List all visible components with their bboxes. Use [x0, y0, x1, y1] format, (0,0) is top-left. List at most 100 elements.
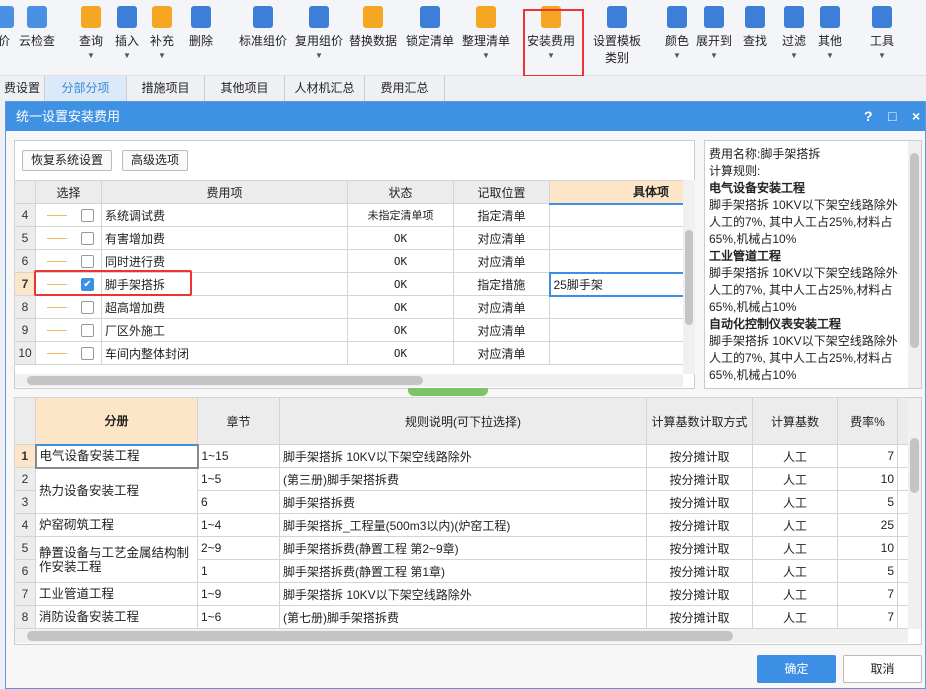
method[interactable]: 按分摊计取: [646, 536, 753, 560]
chapter[interactable]: 6: [197, 490, 280, 514]
close-icon[interactable]: ×: [912, 102, 920, 131]
method[interactable]: 按分摊计取: [646, 444, 753, 468]
tab-1[interactable]: 分部分项: [45, 76, 127, 101]
checkbox[interactable]: [81, 301, 94, 315]
chapter[interactable]: 1~9: [197, 582, 280, 606]
toolbar-button-color[interactable]: 颜色 ▼: [665, 6, 689, 60]
tab-0[interactable]: 费设置: [0, 76, 45, 101]
chapter[interactable]: 2~9: [197, 536, 280, 560]
method[interactable]: 按分摊计取: [646, 605, 753, 629]
position[interactable]: 对应清单: [453, 341, 550, 365]
rate[interactable]: 10: [837, 467, 898, 491]
rate[interactable]: 5: [837, 559, 898, 583]
ok-button[interactable]: 确定: [757, 655, 836, 683]
base[interactable]: 人工: [752, 444, 838, 468]
base[interactable]: 人工: [752, 559, 838, 583]
toolbar-button-template[interactable]: 设置模板 类别: [593, 6, 641, 66]
splitter-handle[interactable]: [408, 388, 488, 396]
base[interactable]: 人工: [752, 490, 838, 514]
table-row[interactable]: 4 炉窑砌筑工程 1~4 脚手架搭拆_工程量(500m3以内)(炉窑工程) 按分摊计取人…: [14, 513, 909, 537]
book[interactable]: 静置设备与工艺金属结构制作安装工程: [35, 536, 198, 583]
chapter[interactable]: 1~15: [197, 444, 280, 468]
checkbox[interactable]: [81, 347, 94, 361]
toolbar-button-supplement[interactable]: 补充 ▼: [150, 6, 174, 60]
tab-3[interactable]: 其他项目: [205, 76, 285, 101]
advanced-options-button[interactable]: 高级选项: [122, 150, 189, 171]
chapter[interactable]: 1~4: [197, 513, 280, 537]
toolbar-button-tools[interactable]: 工具 ▼: [870, 6, 894, 60]
toolbar-button-organize-list[interactable]: 整理清单 ▼: [462, 6, 510, 60]
table-row[interactable]: 1 电气设备安装工程 1~15 脚手架搭拆 10KV以下架空线路除外 按分摊计取 人工 7: [14, 443, 909, 469]
tab-5[interactable]: 费用汇总: [365, 76, 445, 101]
tab-2[interactable]: 措施项目: [127, 76, 205, 101]
detail[interactable]: [549, 226, 684, 250]
method[interactable]: 按分摊计取: [646, 467, 753, 491]
toolbar-button-expand[interactable]: 展开到 ▼: [696, 6, 732, 60]
tab-4[interactable]: 人材机汇总: [285, 76, 365, 101]
detail[interactable]: [549, 341, 684, 365]
toolbar-button-delete[interactable]: 删除: [189, 6, 213, 49]
position[interactable]: 对应清单: [453, 295, 550, 319]
toolbar-button-cloud-check[interactable]: 云检查: [19, 6, 55, 49]
book[interactable]: 消防设备安装工程: [35, 605, 198, 629]
rate[interactable]: 7: [837, 582, 898, 606]
rule[interactable]: 脚手架搭拆费: [279, 490, 647, 514]
rule[interactable]: (第三册)脚手架搭拆费: [279, 467, 647, 491]
chapter[interactable]: 1~6: [197, 605, 280, 629]
chapter[interactable]: 1: [197, 559, 280, 583]
detail[interactable]: [549, 249, 684, 273]
method[interactable]: 按分摊计取: [646, 559, 753, 583]
detail[interactable]: 25脚手架: [548, 271, 685, 297]
toolbar-button-other[interactable]: 其他 ▼: [818, 6, 842, 60]
detail[interactable]: [549, 295, 684, 319]
position[interactable]: 对应清单: [453, 226, 550, 250]
upper-vertical-scrollbar[interactable]: [683, 180, 695, 374]
chapter[interactable]: 1~5: [197, 467, 280, 491]
base[interactable]: 人工: [752, 605, 838, 629]
table-row[interactable]: 2 热力设备安装工程 1~5 (第三册)脚手架搭拆费 按分摊计取 人工 10: [14, 467, 909, 514]
table-row[interactable]: 10 车间内整体封闭 OK 对应清单: [14, 341, 684, 365]
upper-horizontal-scrollbar[interactable]: [15, 374, 683, 387]
detail[interactable]: [549, 203, 684, 227]
rule[interactable]: 脚手架搭拆 10KV以下架空线路除外: [279, 444, 647, 468]
toolbar-button-find[interactable]: 查找: [743, 6, 767, 49]
method[interactable]: 按分摊计取: [646, 582, 753, 606]
toolbar-button-reuse-price[interactable]: 复用组价 ▼: [295, 6, 343, 60]
rule[interactable]: (第七册)脚手架搭拆费: [279, 605, 647, 629]
base[interactable]: 人工: [752, 513, 838, 537]
maximize-icon[interactable]: □: [888, 102, 896, 131]
table-row[interactable]: 5 有害增加费 OK 对应清单: [14, 226, 684, 250]
rule[interactable]: 脚手架搭拆费(静置工程 第2~9章): [279, 536, 647, 560]
base[interactable]: 人工: [752, 536, 838, 560]
toolbar-button-insert[interactable]: 插入 ▼: [115, 6, 139, 60]
checkbox[interactable]: [81, 232, 94, 246]
position[interactable]: 对应清单: [453, 249, 550, 273]
toolbar-button-lock[interactable]: 锁定清单: [406, 6, 454, 49]
info-scrollbar[interactable]: [908, 141, 921, 388]
rule[interactable]: 脚手架搭拆_工程量(500m3以内)(炉窑工程): [279, 513, 647, 537]
table-row[interactable]: 7 工业管道工程 1~9 脚手架搭拆 10KV以下架空线路除外 按分摊计取 人工 7: [14, 582, 909, 606]
table-row[interactable]: 8 超高增加费 OK 对应清单: [14, 295, 684, 319]
rate[interactable]: 7: [837, 444, 898, 468]
cancel-button[interactable]: 取消: [843, 655, 922, 683]
table-row[interactable]: 4 系统调试费 未指定清单项 指定清单: [14, 203, 684, 227]
toolbar-button-standard-price[interactable]: 标准组价: [239, 6, 287, 49]
checkbox[interactable]: [81, 209, 94, 223]
table-row[interactable]: 8 消防设备安装工程 1~6 (第七册)脚手架搭拆费 按分摊计取 人工 7: [14, 605, 909, 629]
rule[interactable]: 脚手架搭拆费(静置工程 第1章): [279, 559, 647, 583]
help-icon[interactable]: ?: [864, 102, 873, 131]
book[interactable]: 电气设备安装工程: [34, 443, 199, 469]
method[interactable]: 按分摊计取: [646, 490, 753, 514]
rate[interactable]: 10: [837, 536, 898, 560]
position[interactable]: 指定清单: [453, 203, 550, 227]
position[interactable]: 指定措施: [453, 272, 550, 296]
book[interactable]: 工业管道工程: [35, 582, 198, 606]
method[interactable]: 按分摊计取: [646, 513, 753, 537]
detail[interactable]: [549, 318, 684, 342]
toolbar-button-filter[interactable]: 过滤 ▼: [782, 6, 806, 60]
base[interactable]: 人工: [752, 467, 838, 491]
toolbar-button-replace-data[interactable]: 替换数据: [349, 6, 397, 49]
restore-system-settings-button[interactable]: 恢复系统设置: [22, 150, 113, 171]
table-row[interactable]: 9 厂区外施工 OK 对应清单: [14, 318, 684, 342]
lower-horizontal-scrollbar[interactable]: [15, 629, 908, 643]
